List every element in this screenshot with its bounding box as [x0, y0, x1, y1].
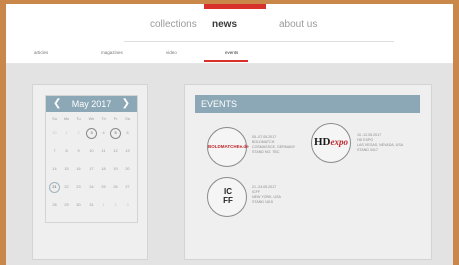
weekday-label: We — [88, 117, 95, 121]
calendar-day[interactable]: 13 — [122, 146, 133, 156]
subnav-video[interactable]: video — [166, 50, 177, 55]
calendar-day[interactable]: 20 — [122, 164, 133, 174]
calendar-day-event[interactable]: 3 — [86, 128, 97, 139]
calendar-day[interactable]: 17 — [86, 164, 97, 174]
subnav-events[interactable]: events — [225, 50, 238, 55]
calendar-day[interactable]: 31 — [86, 200, 97, 210]
calendar-day[interactable]: 12 — [110, 146, 121, 156]
event-stand: STAND 1815 — [252, 200, 273, 204]
calendar-header: ❮ May 2017 ❯ — [46, 96, 137, 112]
page-frame: collections news about us articles magaz… — [6, 4, 453, 265]
subnav-articles[interactable]: articles — [34, 50, 48, 55]
icff-logo[interactable]: IC FF — [207, 177, 247, 217]
calendar-day[interactable]: 30 — [73, 200, 84, 210]
events-card: EVENTS BOLDMATCHEe.de 05.-07.05.2017 BOL… — [184, 84, 432, 260]
calendar-day[interactable]: 10 — [86, 146, 97, 156]
calendar-day[interactable]: 24 — [86, 182, 97, 192]
calendar: ❮ May 2017 ❯ Su Mo Tu We Th Fr Sa 30 1 2… — [45, 95, 138, 223]
weekday-row: Su Mo Tu We Th Fr Sa — [49, 117, 134, 123]
nav-news[interactable]: news — [212, 19, 237, 30]
calendar-day[interactable]: 2 — [73, 128, 84, 138]
calendar-day[interactable]: 16 — [73, 164, 84, 174]
nav-collections[interactable]: collections — [150, 19, 197, 30]
calendar-day-event[interactable]: 5 — [110, 128, 121, 139]
nav-divider — [124, 41, 394, 42]
boldmatch-logo[interactable]: BOLDMATCHEe.de — [207, 127, 249, 167]
calendar-day[interactable]: 7 — [49, 146, 60, 156]
calendar-day[interactable]: 28 — [49, 200, 60, 210]
events-header: EVENTS — [195, 95, 420, 113]
weekday-label: Sa — [125, 117, 130, 121]
weekday-label: Su — [52, 117, 57, 121]
calendar-day[interactable]: 26 — [110, 182, 121, 192]
hd-expo-logo[interactable]: HDexpo — [311, 123, 351, 163]
subnav-active-underline — [204, 60, 248, 62]
calendar-day[interactable]: 4 — [98, 128, 109, 138]
event-info: 05.-07.05.2017 BOLDMATCH COSMASSCE, GERM… — [252, 135, 295, 155]
calendar-day[interactable]: 23 — [73, 182, 84, 192]
event-stand: STAND 3417 — [357, 148, 378, 152]
calendar-day[interactable]: 2 — [110, 200, 121, 210]
calendar-day[interactable]: 1 — [61, 128, 72, 138]
calendar-card: ❮ May 2017 ❯ Su Mo Tu We Th Fr Sa 30 1 2… — [32, 84, 148, 260]
event-stand: STAND NO. TBC — [252, 150, 280, 154]
icff-logo-text: IC FF — [223, 187, 233, 205]
active-nav-indicator — [204, 4, 266, 9]
calendar-day[interactable]: 25 — [98, 182, 109, 192]
calendar-day[interactable]: 27 — [122, 182, 133, 192]
nav-about-us[interactable]: about us — [279, 19, 317, 30]
calendar-day[interactable]: 3 — [122, 200, 133, 210]
calendar-day[interactable]: 6 — [122, 128, 133, 138]
weekday-label: Tu — [76, 117, 81, 121]
events-title: EVENTS — [201, 99, 238, 109]
calendar-day[interactable]: 15 — [61, 164, 72, 174]
calendar-day[interactable]: 1 — [98, 200, 109, 210]
boldmatch-logo-text: BOLDMATCHEe.de — [208, 144, 249, 149]
subnav-magazines[interactable]: magazines — [101, 50, 123, 55]
calendar-day[interactable]: 8 — [61, 146, 72, 156]
calendar-day[interactable]: 22 — [61, 182, 72, 192]
next-month-icon[interactable]: ❯ — [122, 98, 130, 109]
top-bar: collections news about us articles magaz… — [6, 4, 453, 64]
calendar-day[interactable]: 14 — [49, 164, 60, 174]
weekday-label: Th — [101, 117, 106, 121]
calendar-day[interactable]: 18 — [98, 164, 109, 174]
calendar-days: 30 1 2 3 4 5 6 7 8 9 10 11 12 13 14 15 1… — [49, 128, 134, 218]
event-info: 21.-24.05.2017 ICFF NEW YORK, USA STAND … — [252, 185, 281, 205]
calendar-day-event[interactable]: 21 — [49, 182, 60, 193]
calendar-day[interactable]: 29 — [61, 200, 72, 210]
event-info: 10.-12.05.2017 HD EXPO LAS VEGAS, NEVADA… — [357, 133, 403, 153]
header-bottom-border — [6, 63, 453, 64]
hd-expo-logo-main: HDexpo — [314, 136, 348, 148]
main-nav: collections news about us — [6, 19, 453, 35]
calendar-day[interactable]: 30 — [49, 128, 60, 138]
weekday-label: Fr — [113, 117, 118, 121]
calendar-day[interactable]: 11 — [98, 146, 109, 156]
calendar-day[interactable]: 19 — [110, 164, 121, 174]
calendar-day[interactable]: 9 — [73, 146, 84, 156]
weekday-label: Mo — [63, 117, 70, 121]
